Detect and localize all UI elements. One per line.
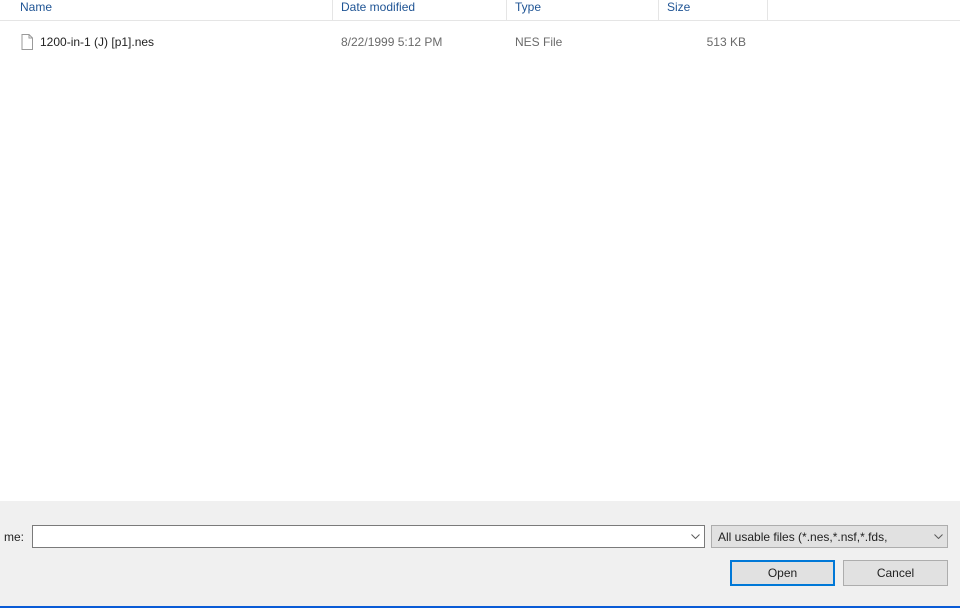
filename-label: me:	[0, 530, 26, 544]
file-type-cell: NES File	[507, 35, 659, 49]
column-header-date[interactable]: Date modified	[333, 0, 507, 20]
bottom-panel: me: All usable files (*.nes,*.nsf,*.fds,…	[0, 500, 960, 606]
cancel-button[interactable]: Cancel	[843, 560, 948, 586]
filename-combobox[interactable]	[32, 525, 705, 548]
dialog-buttons-row: Open Cancel	[730, 560, 948, 586]
open-button[interactable]: Open	[730, 560, 835, 586]
file-row[interactable]: 1200-in-1 (J) [p1].nes 8/22/1999 5:12 PM…	[0, 31, 960, 53]
file-icon	[20, 34, 34, 50]
column-header-row: Name Date modified Type Size	[0, 0, 960, 21]
filename-input[interactable]	[33, 526, 687, 547]
file-name-text: 1200-in-1 (J) [p1].nes	[40, 35, 154, 49]
chevron-down-icon	[691, 534, 700, 539]
filename-dropdown-button[interactable]	[687, 526, 704, 547]
file-name-cell: 1200-in-1 (J) [p1].nes	[0, 34, 333, 50]
column-header-size[interactable]: Size	[659, 0, 768, 20]
chevron-down-icon	[934, 534, 943, 539]
column-header-extra[interactable]	[768, 0, 960, 20]
file-list-area: Name Date modified Type Size 1200-in-1 (…	[0, 0, 960, 500]
filetype-select[interactable]: All usable files (*.nes,*.nsf,*.fds,	[711, 525, 948, 548]
file-size-cell: 513 KB	[659, 35, 768, 49]
column-header-name[interactable]: Name	[0, 0, 333, 20]
column-header-type[interactable]: Type	[507, 0, 659, 20]
filetype-selected-text: All usable files (*.nes,*.nsf,*.fds,	[718, 530, 934, 544]
filename-row: me: All usable files (*.nes,*.nsf,*.fds,	[0, 525, 948, 548]
filetype-dropdown-caret	[934, 534, 943, 539]
file-date-cell: 8/22/1999 5:12 PM	[333, 35, 507, 49]
